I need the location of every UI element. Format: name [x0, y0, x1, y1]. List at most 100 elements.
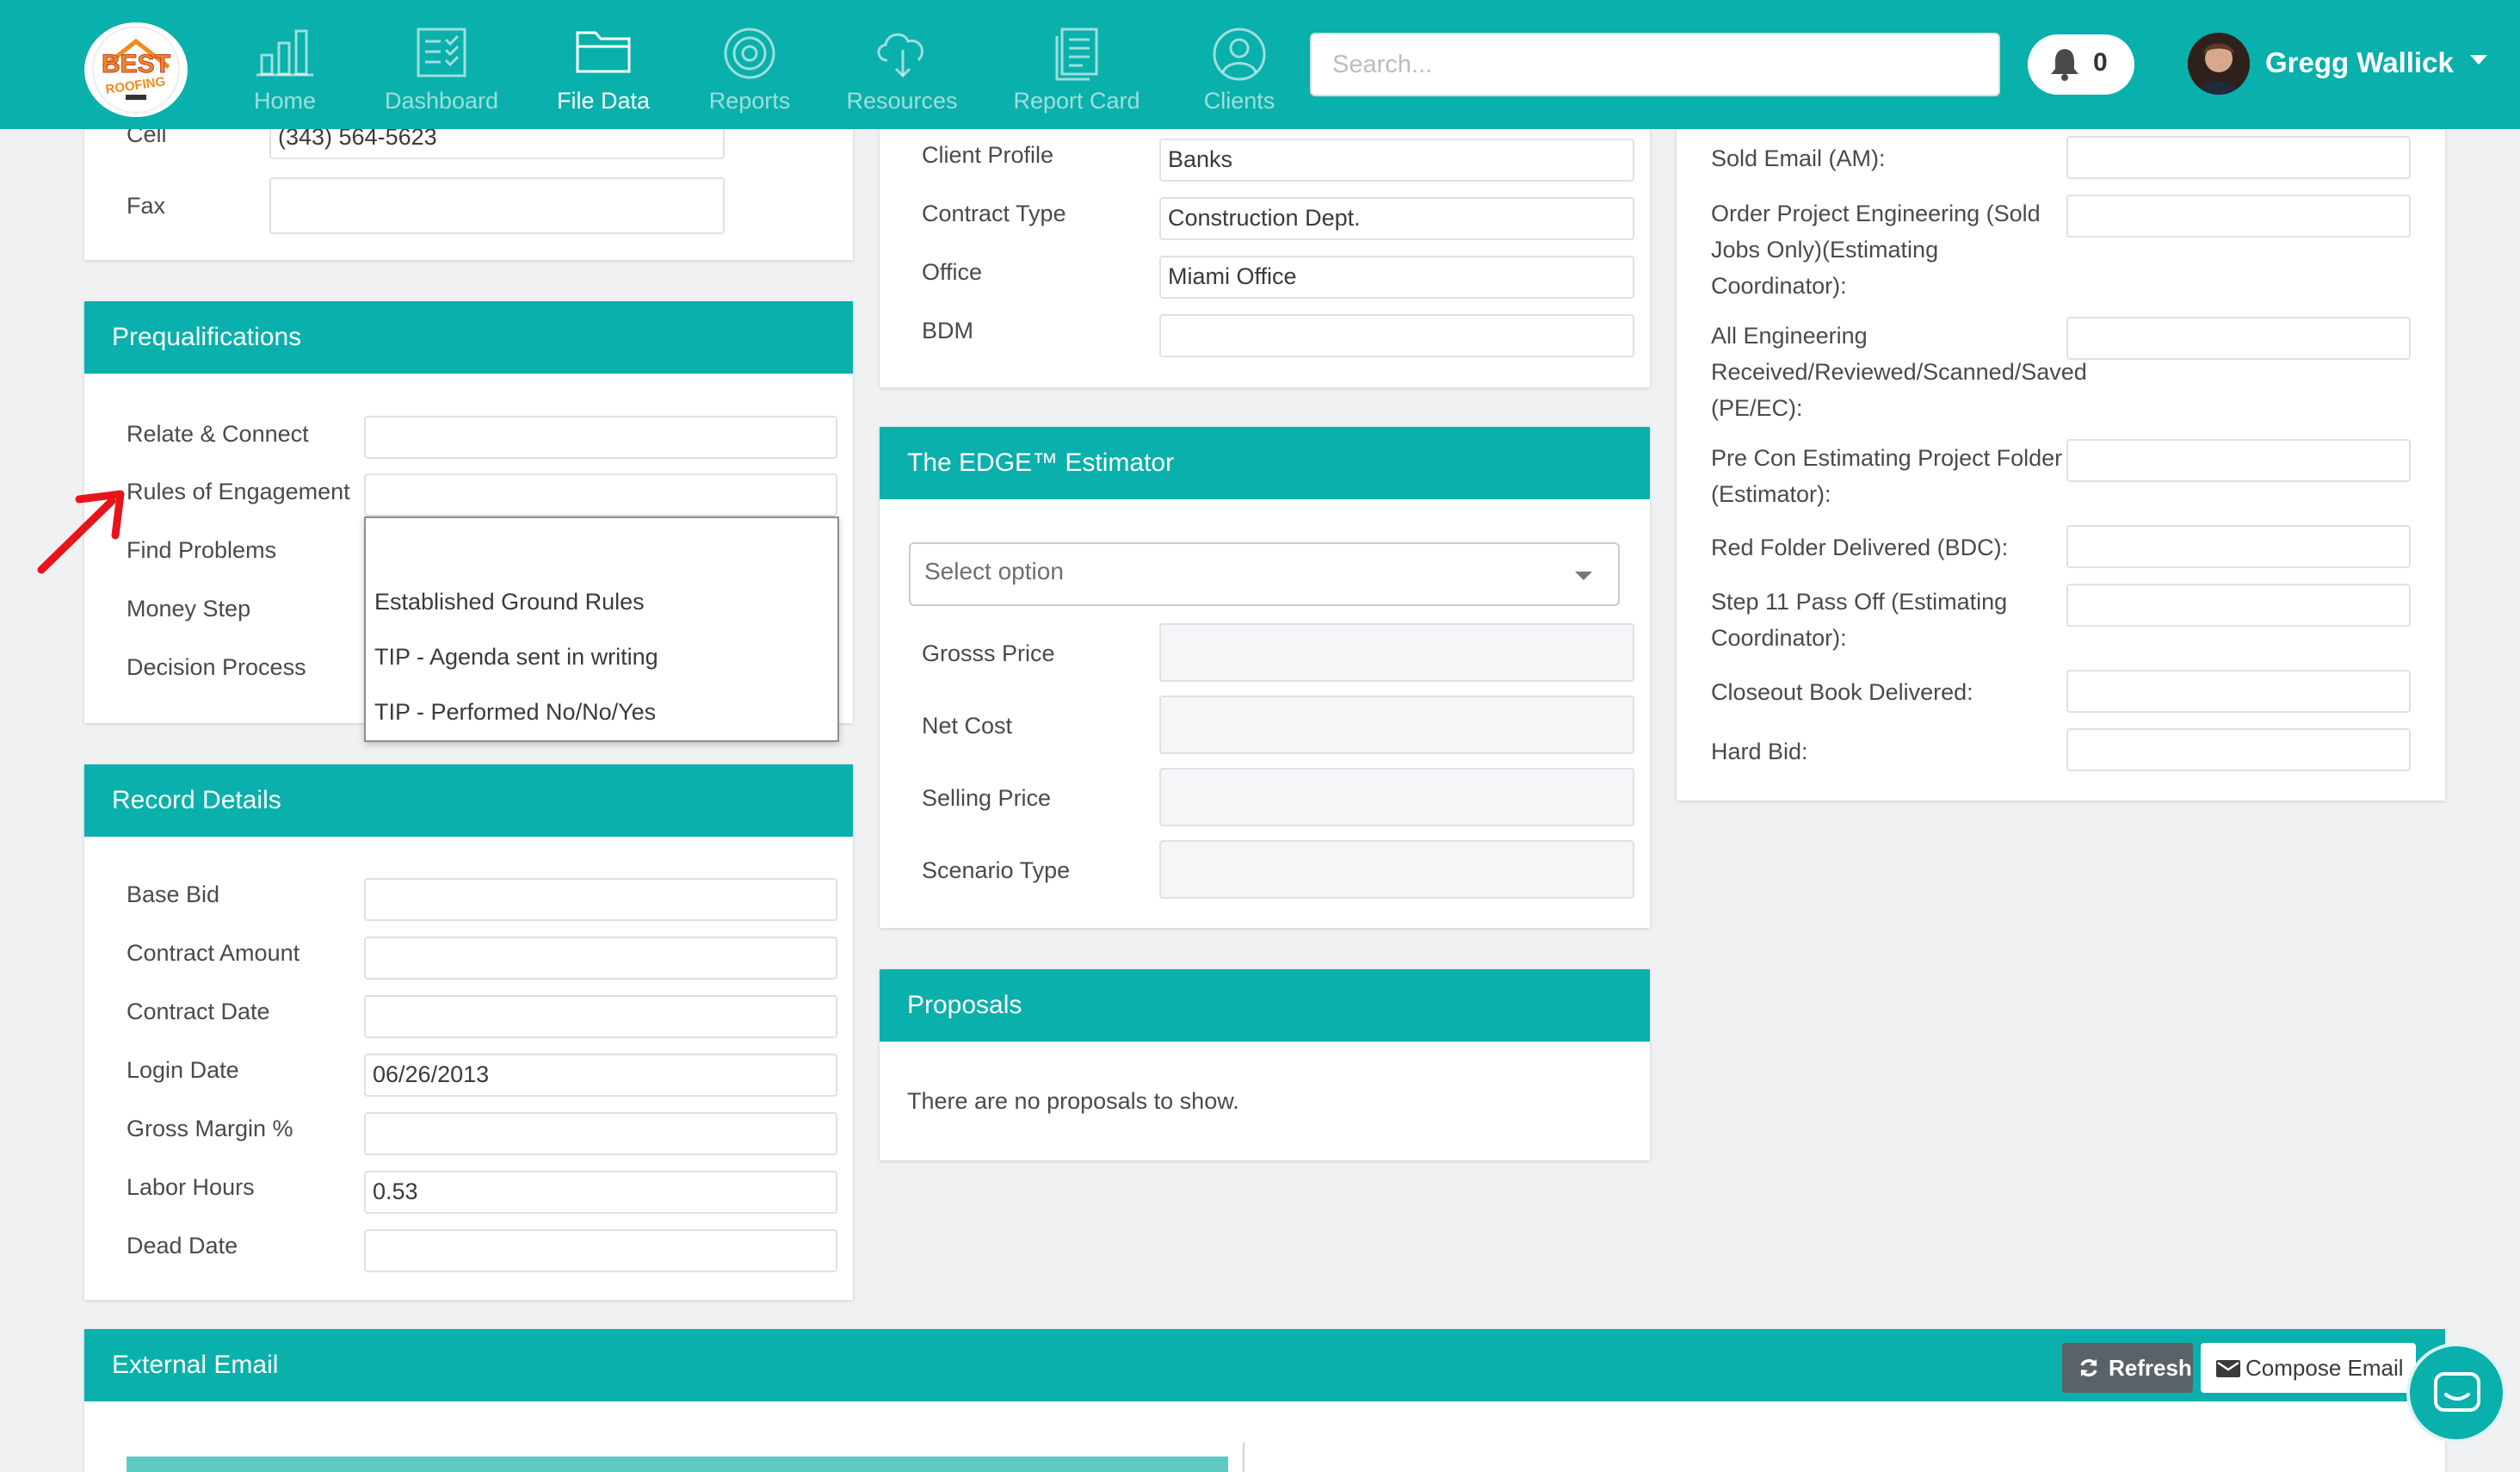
login-date-field[interactable]: 06/26/2013 — [364, 1054, 837, 1097]
dropdown-option-empty[interactable] — [374, 525, 829, 560]
proposals-empty-text: There are no proposals to show. — [907, 1088, 1239, 1114]
estimator-title: The EDGE™ Estimator — [880, 427, 1650, 499]
rules-of-engagement-label: Rules of Engagement — [127, 479, 350, 504]
best-roofing-logo[interactable]: BEST ROOFING — [84, 22, 188, 117]
client-profile-field[interactable]: Banks — [1159, 139, 1634, 182]
chat-launcher-button[interactable] — [2406, 1343, 2506, 1443]
step-11-pass-off-field[interactable] — [2066, 584, 2411, 627]
refresh-label: Refresh — [2109, 1355, 2192, 1381]
dropdown-option-established-ground-rules[interactable]: Established Ground Rules — [374, 589, 645, 615]
notification-count: 0 — [2093, 48, 2108, 77]
contract-type-field[interactable]: Construction Dept. — [1159, 197, 1634, 240]
net-cost-field[interactable] — [1159, 696, 1634, 754]
document-icon — [1055, 28, 1098, 81]
dead-date-field[interactable] — [364, 1229, 837, 1272]
record-details-title: Record Details — [84, 764, 853, 837]
hard-bid-label: Hard Bid: — [1711, 739, 1808, 764]
estimator-select-value: Select option — [924, 558, 1064, 584]
estimator-card: The EDGE™ Estimator Select option Grosss… — [880, 427, 1650, 928]
user-icon — [1213, 28, 1266, 81]
scenario-type-label: Scenario Type — [922, 857, 1071, 883]
order-project-engineering-label: Order Project Engineering (Sold Jobs Onl… — [1711, 201, 2041, 299]
sold-email-field[interactable] — [2066, 136, 2411, 179]
contract-amount-label: Contract Amount — [127, 940, 300, 966]
nav-report-card-label: Report Card — [1013, 88, 1140, 114]
email-list-header-bar — [127, 1457, 1228, 1472]
milestones-card: Sold Email (AM): Order Project Engineeri… — [1677, 52, 2445, 801]
gross-price-label: Grosss Price — [922, 640, 1055, 666]
estimator-select[interactable]: Select option — [909, 542, 1620, 606]
proposals-card: Proposals There are no proposals to show… — [880, 969, 1650, 1160]
labor-hours-label: Labor Hours — [127, 1174, 255, 1200]
nav-clients-label: Clients — [1203, 88, 1275, 114]
nav-resources-label: Resources — [846, 88, 958, 114]
chevron-down-icon[interactable] — [2470, 55, 2487, 65]
dead-date-label: Dead Date — [127, 1233, 238, 1259]
login-date-label: Login Date — [127, 1057, 239, 1083]
refresh-button[interactable]: Refresh — [2062, 1343, 2193, 1393]
client-profile-label: Client Profile — [922, 142, 1054, 168]
gross-margin-field[interactable] — [364, 1112, 837, 1155]
base-bid-label: Base Bid — [127, 881, 220, 907]
email-pane-divider[interactable] — [1243, 1443, 1245, 1472]
all-engineering-label: All Engineering Received/Reviewed/Scanne… — [1711, 323, 2087, 421]
bar-chart-icon — [256, 29, 313, 77]
red-folder-field[interactable] — [2066, 525, 2411, 568]
checklist-icon — [417, 28, 466, 77]
hard-bid-field[interactable] — [2066, 728, 2411, 771]
target-icon — [724, 28, 775, 79]
record-details-card: Record Details Base Bid Contract Amount … — [84, 764, 853, 1300]
fax-field[interactable] — [269, 177, 725, 234]
closeout-book-field[interactable] — [2066, 670, 2411, 713]
nav-resources[interactable]: Resources — [820, 0, 984, 129]
all-engineering-field[interactable] — [2066, 317, 2411, 360]
nav-dashboard[interactable]: Dashboard — [360, 0, 523, 129]
avatar[interactable] — [2188, 33, 2250, 95]
office-field[interactable]: Miami Office — [1159, 256, 1634, 299]
gross-margin-label: Gross Margin % — [127, 1116, 293, 1141]
bdm-label: BDM — [922, 318, 973, 343]
nav-home[interactable]: Home — [203, 0, 367, 129]
compose-email-button[interactable]: Compose Email — [2201, 1343, 2416, 1393]
red-folder-label: Red Folder Delivered (BDC): — [1711, 535, 2009, 560]
money-step-label: Money Step — [127, 596, 251, 622]
contract-date-field[interactable] — [364, 995, 837, 1038]
pre-con-estimating-label: Pre Con Estimating Project Folder (Estim… — [1711, 445, 2063, 507]
dropdown-option-performed-no-no-yes[interactable]: TIP - Performed No/No/Yes — [374, 699, 656, 726]
search-input[interactable] — [1310, 33, 2000, 96]
order-project-engineering-field[interactable] — [2066, 195, 2411, 238]
bell-icon — [2051, 49, 2078, 81]
selling-price-field[interactable] — [1159, 768, 1634, 826]
relate-connect-label: Relate & Connect — [127, 421, 309, 447]
step-11-pass-off-label: Step 11 Pass Off (Estimating Coordinator… — [1711, 589, 2008, 651]
relate-connect-field[interactable] — [364, 416, 837, 459]
nav-file-data-label: File Data — [556, 88, 651, 114]
top-navbar: BEST ROOFING Home Dashboard File Data Re… — [0, 0, 2520, 129]
base-bid-field[interactable] — [364, 878, 837, 921]
selling-price-label: Selling Price — [922, 785, 1052, 811]
nav-dashboard-label: Dashboard — [384, 88, 499, 114]
annotation-arrow-icon — [37, 490, 125, 574]
pre-con-estimating-field[interactable] — [2066, 439, 2411, 482]
fax-label: Fax — [127, 193, 166, 219]
envelope-icon — [2216, 1360, 2240, 1377]
rules-of-engagement-select[interactable] — [364, 473, 837, 516]
labor-hours-field[interactable]: 0.53 — [364, 1171, 837, 1214]
find-problems-label: Find Problems — [127, 537, 277, 563]
cloud-download-icon — [877, 33, 923, 78]
bdm-field[interactable] — [1159, 314, 1634, 357]
proposals-title: Proposals — [880, 969, 1650, 1042]
dropdown-option-agenda-sent[interactable]: TIP - Agenda sent in writing — [374, 644, 658, 671]
scenario-type-field[interactable] — [1159, 840, 1634, 899]
nav-reports[interactable]: Reports — [668, 0, 831, 129]
nav-file-data[interactable]: File Data — [522, 0, 685, 129]
decision-process-label: Decision Process — [127, 654, 306, 680]
office-label: Office — [922, 259, 983, 285]
contract-amount-field[interactable] — [364, 937, 837, 980]
rules-of-engagement-dropdown: Established Ground Rules TIP - Agenda se… — [364, 516, 839, 742]
nav-report-card[interactable]: Report Card — [995, 0, 1158, 129]
notifications-button[interactable]: 0 — [2028, 34, 2134, 95]
user-menu-name[interactable]: Gregg Wallick — [2265, 46, 2454, 79]
nav-clients[interactable]: Clients — [1158, 0, 1321, 129]
gross-price-field[interactable] — [1159, 623, 1634, 682]
